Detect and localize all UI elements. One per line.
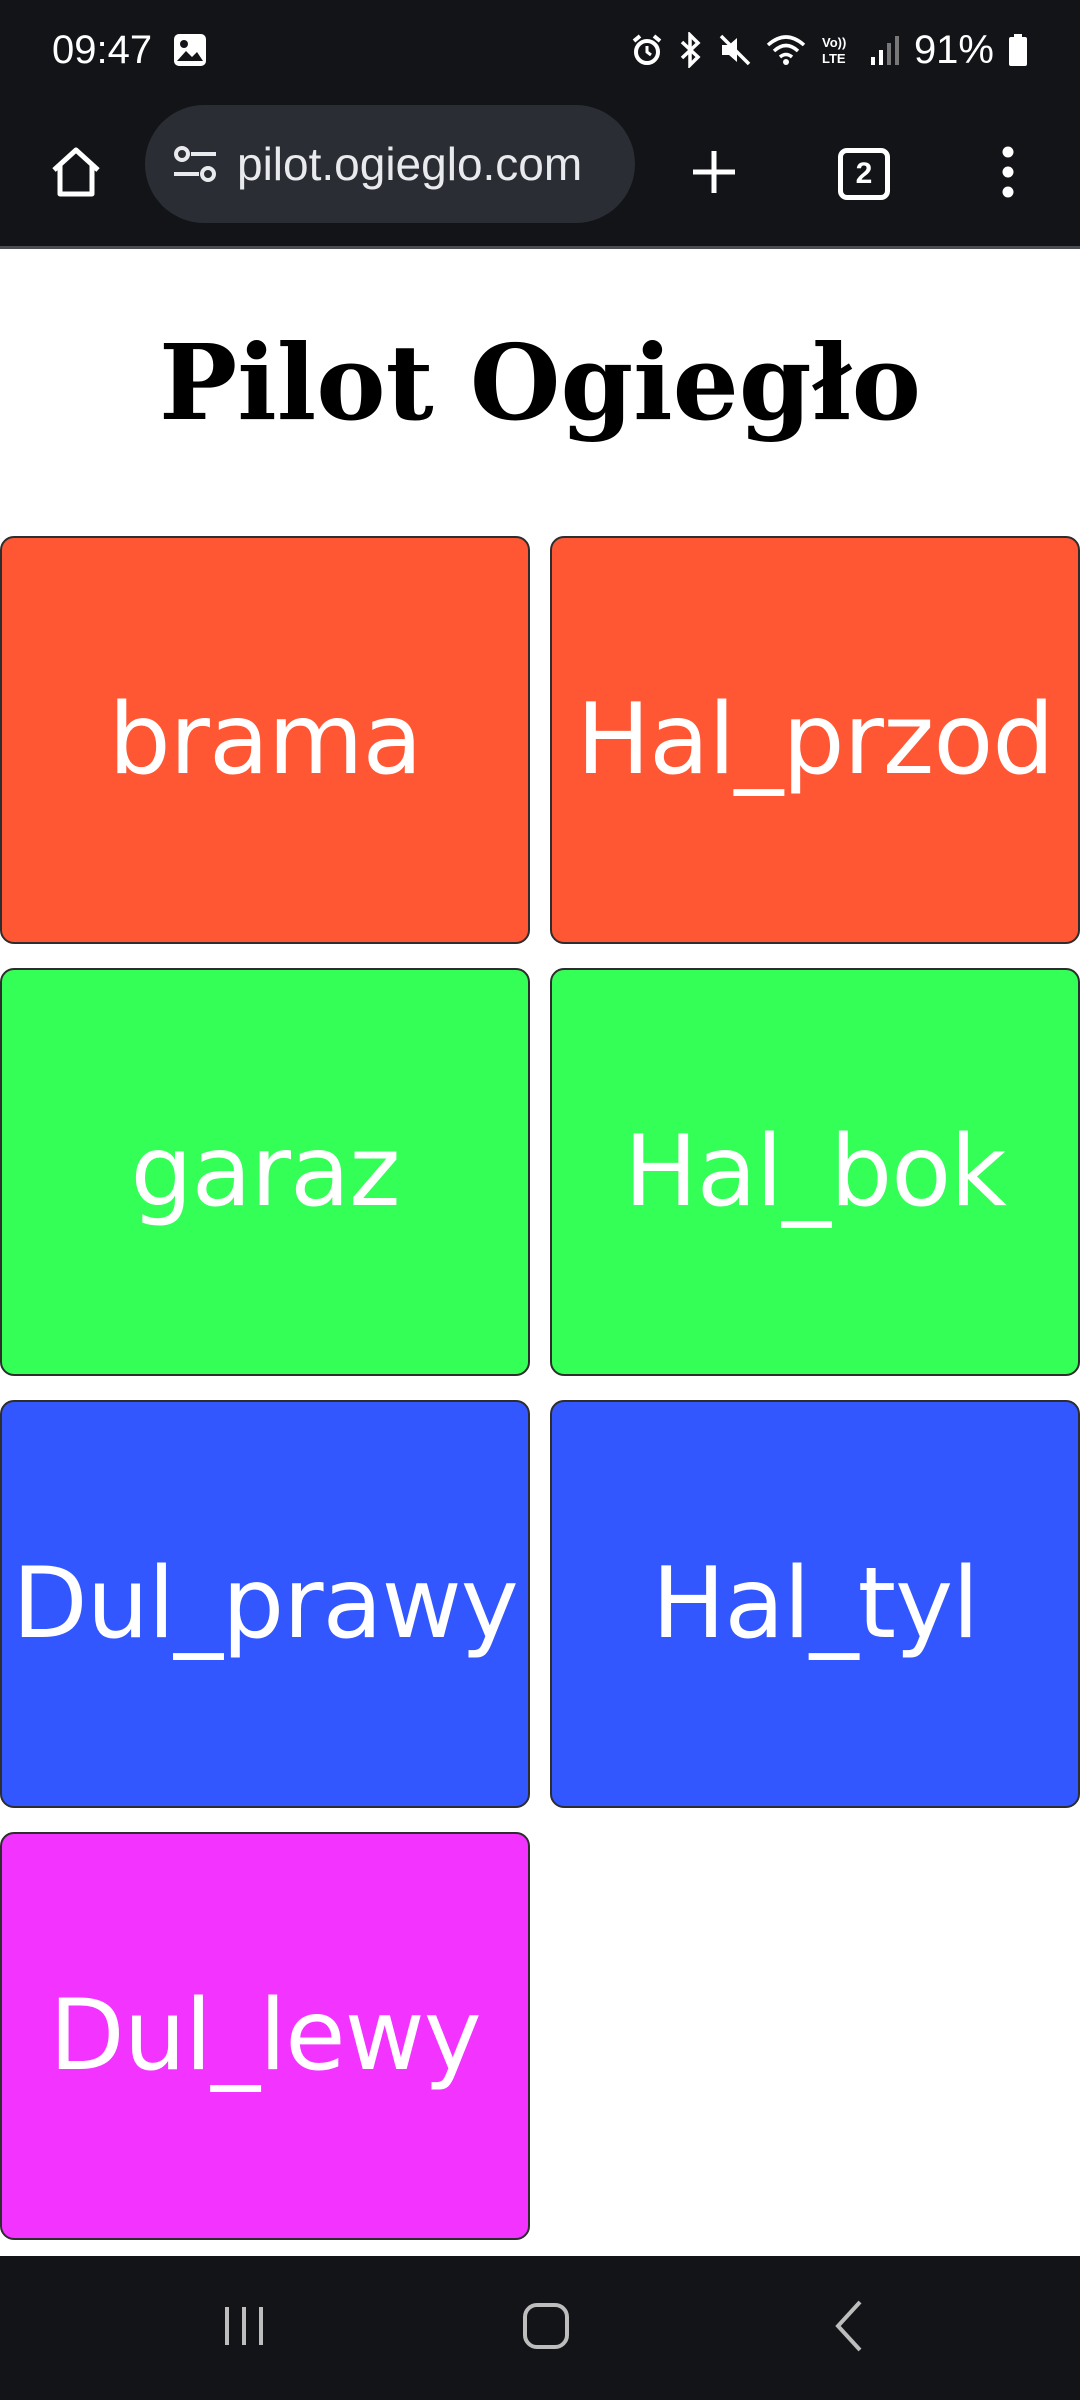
tab-switcher-button[interactable]: 2 xyxy=(818,128,910,220)
hal-bok-button[interactable]: Hal_bok xyxy=(550,968,1080,1376)
hal-tyl-button[interactable]: Hal_tyl xyxy=(550,1400,1080,1808)
brama-button[interactable]: brama xyxy=(0,536,530,944)
mute-icon xyxy=(718,33,752,67)
remote-button-grid: brama Hal_przod garaz Hal_bok Dul_prawy … xyxy=(0,536,1080,2240)
battery-icon xyxy=(1008,33,1028,67)
bluetooth-icon xyxy=(678,32,704,68)
wifi-icon xyxy=(766,33,806,67)
toolbar-divider xyxy=(0,246,1080,249)
home-button[interactable] xyxy=(30,128,122,220)
svg-text:Vo)): Vo)) xyxy=(822,35,846,50)
alarm-icon xyxy=(630,33,664,67)
garaz-button[interactable]: garaz xyxy=(0,968,530,1376)
new-tab-icon xyxy=(689,147,739,202)
recent-apps-icon xyxy=(219,2301,269,2356)
back-icon xyxy=(830,2298,870,2359)
site-settings-icon[interactable] xyxy=(167,136,223,192)
battery-percent: 91% xyxy=(913,28,994,72)
home-nav-icon xyxy=(520,2300,572,2357)
address-bar[interactable]: pilot.ogieglo.com xyxy=(145,105,635,223)
recent-apps-button[interactable] xyxy=(174,2256,314,2400)
more-menu-button[interactable] xyxy=(962,128,1054,220)
page-title: Pilot Ogiegło xyxy=(159,321,921,444)
system-nav-bar xyxy=(0,2256,1080,2400)
url-text: pilot.ogieglo.com xyxy=(237,138,583,190)
status-icons: Vo)) LTE 91% xyxy=(630,22,1028,78)
status-bar: 09:47 Vo)) LTE 91% xyxy=(0,0,1080,100)
dul-lewy-button[interactable]: Dul_lewy xyxy=(0,1832,530,2240)
image-icon xyxy=(172,32,208,68)
home-icon xyxy=(48,144,104,205)
dul-prawy-button[interactable]: Dul_prawy xyxy=(0,1400,530,1808)
more-menu-icon xyxy=(1000,146,1016,203)
new-tab-button[interactable] xyxy=(668,128,760,220)
signal-icon xyxy=(870,33,900,67)
status-time: 09:47 xyxy=(52,28,153,72)
volte-icon: Vo)) LTE xyxy=(820,33,856,67)
back-button[interactable] xyxy=(780,2256,920,2400)
svg-text:LTE: LTE xyxy=(822,51,846,66)
tab-switcher-icon: 2 xyxy=(838,148,890,200)
home-nav-button[interactable] xyxy=(476,2256,616,2400)
hal-przod-button[interactable]: Hal_przod xyxy=(550,536,1080,944)
